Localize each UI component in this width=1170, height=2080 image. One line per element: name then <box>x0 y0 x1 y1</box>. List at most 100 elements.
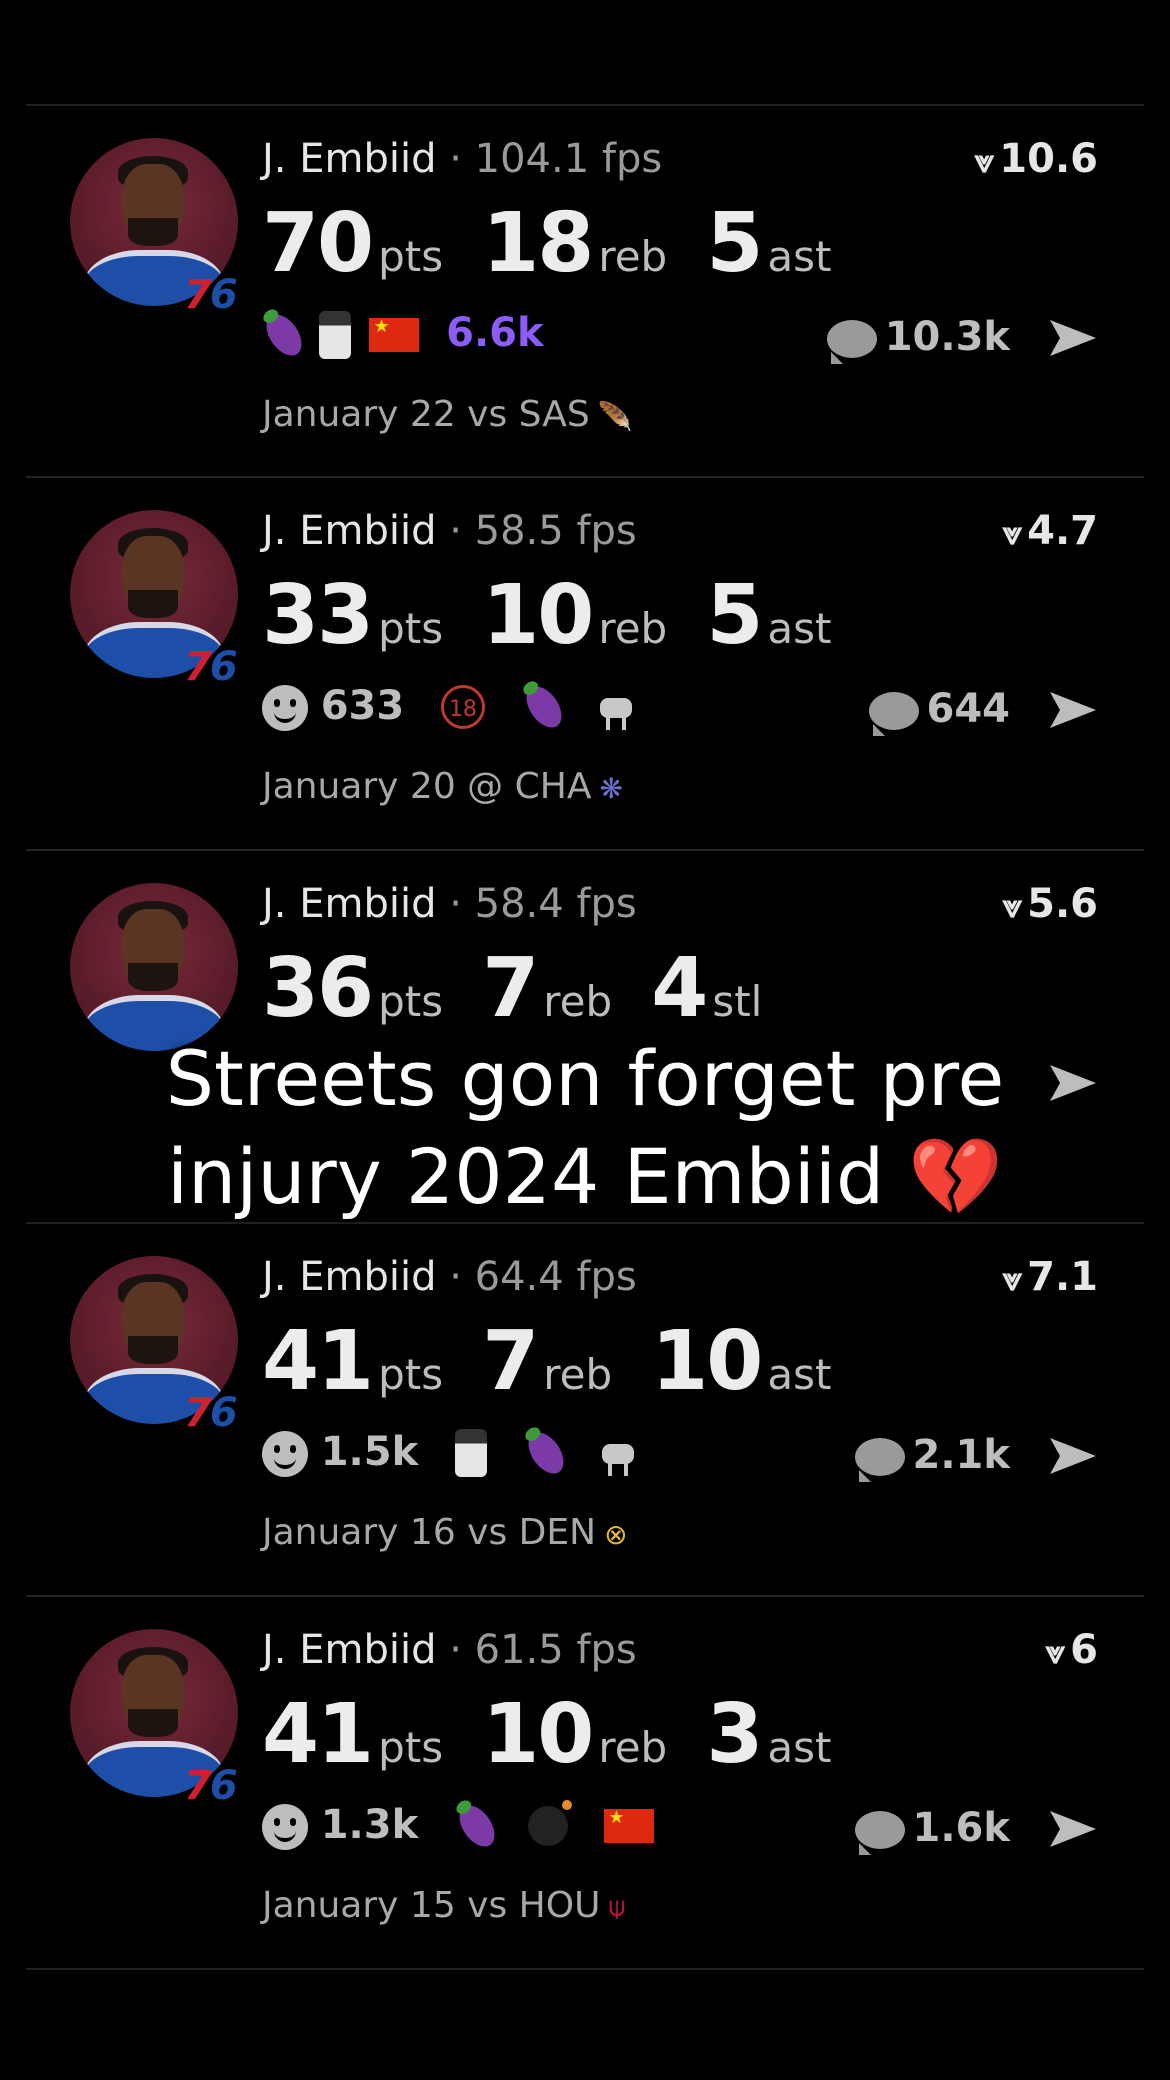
smiley-icon[interactable] <box>262 1431 308 1477</box>
caption-line-1: Streets gon forget pre <box>165 1034 1005 1123</box>
comments-button[interactable]: 1.6k <box>854 1805 1010 1855</box>
score-icon: ⩔ <box>1045 1633 1066 1671</box>
stat-label: reb <box>598 232 668 281</box>
reaction-bar[interactable]: 6.6k <box>259 308 544 362</box>
stat-label: ast <box>767 1723 832 1772</box>
china-flag-icon[interactable] <box>604 1807 655 1843</box>
stat-number: 36 <box>262 941 374 1036</box>
reaction-bar[interactable]: 1.3k <box>262 1799 678 1853</box>
stat-number: 4 <box>651 941 708 1036</box>
stat-label: pts <box>378 604 444 653</box>
stat-number: 33 <box>262 568 374 663</box>
player-emoji-icon[interactable] <box>318 311 351 359</box>
game-date: January 22 vs SAS 🪶 <box>262 394 633 435</box>
stat-number: 7 <box>482 1314 539 1409</box>
player-avatar[interactable] <box>70 883 238 1051</box>
rockets-logo-icon: ⍦ <box>608 1890 626 1923</box>
eggplant-icon[interactable] <box>452 1799 502 1853</box>
stat-label: reb <box>598 1723 668 1772</box>
bomb-icon[interactable] <box>527 1800 572 1846</box>
share-button[interactable] <box>1048 1434 1098 1478</box>
stat-label: ast <box>767 604 832 653</box>
sixers-logo-icon: 76 <box>184 1390 238 1436</box>
send-icon <box>1050 1811 1096 1847</box>
comment-count: 1.6k <box>912 1805 1010 1851</box>
goat-icon[interactable] <box>596 1430 640 1476</box>
score-badge: ⩔ 4.7 <box>1002 508 1098 554</box>
reaction-count: 633 <box>320 683 405 729</box>
share-button[interactable] <box>1048 1807 1098 1851</box>
reaction-count: 1.3k <box>320 1802 419 1848</box>
reaction-count: 6.6k <box>446 310 544 356</box>
game-card[interactable]: 76 J. Embiid · 58.5 fps ⩔ 4.7 33 pts 10 reb… <box>0 476 1170 848</box>
comment-icon <box>868 692 919 736</box>
stat-line: 70 pts 18 reb 5 ast <box>262 196 865 291</box>
hornets-logo-icon: ❋ <box>599 771 623 805</box>
card-title: J. Embiid · 58.5 fps <box>262 508 637 554</box>
share-button[interactable] <box>1048 688 1098 732</box>
score-icon: ⩔ <box>1002 1260 1023 1298</box>
eggplant-icon[interactable] <box>520 1426 571 1480</box>
stat-label: ast <box>767 1350 832 1399</box>
stat-label: pts <box>378 232 444 281</box>
sixers-logo-icon: 76 <box>184 1763 238 1809</box>
comments-button[interactable]: 10.3k <box>826 314 1010 364</box>
fps-value: 61.5 fps <box>474 1627 637 1673</box>
player-name[interactable]: J. Embiid <box>262 1254 436 1300</box>
player-name[interactable]: J. Embiid <box>262 508 436 554</box>
stat-label: pts <box>378 1723 444 1772</box>
eggplant-icon[interactable] <box>518 680 569 734</box>
stat-label: pts <box>378 977 444 1026</box>
game-card[interactable]: 76 J. Embiid · 61.5 fps ⩔ 6 41 pts 10 reb 3… <box>0 1595 1170 1967</box>
comment-count: 2.1k <box>912 1432 1010 1478</box>
comments-button[interactable]: 2.1k <box>854 1432 1010 1482</box>
spurs-logo-icon: 🪶 <box>597 399 633 433</box>
broken-heart-icon: 💔 <box>908 1132 1004 1221</box>
stat-number: 5 <box>706 568 763 663</box>
stat-label: reb <box>598 604 668 653</box>
share-button[interactable] <box>1048 316 1098 360</box>
game-card[interactable]: 76 J. Embiid · 104.1 fps ⩔ 10.6 70 pts 18 r… <box>0 104 1170 476</box>
comment-icon <box>826 320 877 364</box>
game-date: January 16 vs DEN ⊗ <box>262 1512 628 1553</box>
stat-number: 18 <box>482 196 594 291</box>
no-under-18-icon[interactable]: 18 <box>440 685 485 729</box>
send-icon <box>1050 320 1096 356</box>
stat-number: 10 <box>651 1314 763 1409</box>
game-date: January 15 vs HOU ⍦ <box>262 1885 626 1926</box>
score-icon: ⩔ <box>1002 514 1023 552</box>
player-name[interactable]: J. Embiid <box>262 136 436 182</box>
stat-line: 41 pts 7 reb 10 ast <box>262 1314 865 1409</box>
stat-label: reb <box>543 1350 613 1399</box>
comment-count: 644 <box>926 686 1011 732</box>
nuggets-logo-icon: ⊗ <box>604 1517 628 1551</box>
stat-label: reb <box>543 977 613 1026</box>
player-emoji-icon[interactable] <box>454 1429 487 1477</box>
goat-icon[interactable] <box>594 684 638 730</box>
stat-number: 70 <box>262 196 374 291</box>
smiley-icon[interactable] <box>262 685 308 731</box>
stat-label: stl <box>712 977 763 1026</box>
stat-number: 41 <box>262 1314 374 1409</box>
player-name[interactable]: J. Embiid <box>262 881 436 927</box>
eggplant-icon[interactable] <box>259 308 309 362</box>
fps-value: 58.5 fps <box>474 508 637 554</box>
comment-count: 10.3k <box>884 314 1010 360</box>
fps-value: 104.1 fps <box>474 136 663 182</box>
reaction-bar[interactable]: 633 18 <box>262 680 662 734</box>
video-caption-overlay: Streets gon forget pre injury 2024 Embii… <box>0 1030 1170 1226</box>
stat-label: ast <box>767 232 832 281</box>
comments-button[interactable]: 644 <box>868 686 1011 736</box>
stat-line: 41 pts 10 reb 3 ast <box>262 1687 865 1782</box>
reaction-bar[interactable]: 1.5k <box>262 1426 664 1480</box>
score-badge: ⩔ 6 <box>1045 1627 1098 1673</box>
stat-number: 10 <box>482 568 594 663</box>
score-icon: ⩔ <box>974 142 995 180</box>
game-card[interactable]: 76 J. Embiid · 64.4 fps ⩔ 7.1 41 pts 7 reb … <box>0 1222 1170 1594</box>
stat-number: 5 <box>706 196 763 291</box>
stat-label: pts <box>378 1350 444 1399</box>
smiley-icon[interactable] <box>262 1804 308 1850</box>
fps-value: 64.4 fps <box>474 1254 637 1300</box>
china-flag-icon[interactable] <box>369 316 420 352</box>
player-name[interactable]: J. Embiid <box>262 1627 436 1673</box>
